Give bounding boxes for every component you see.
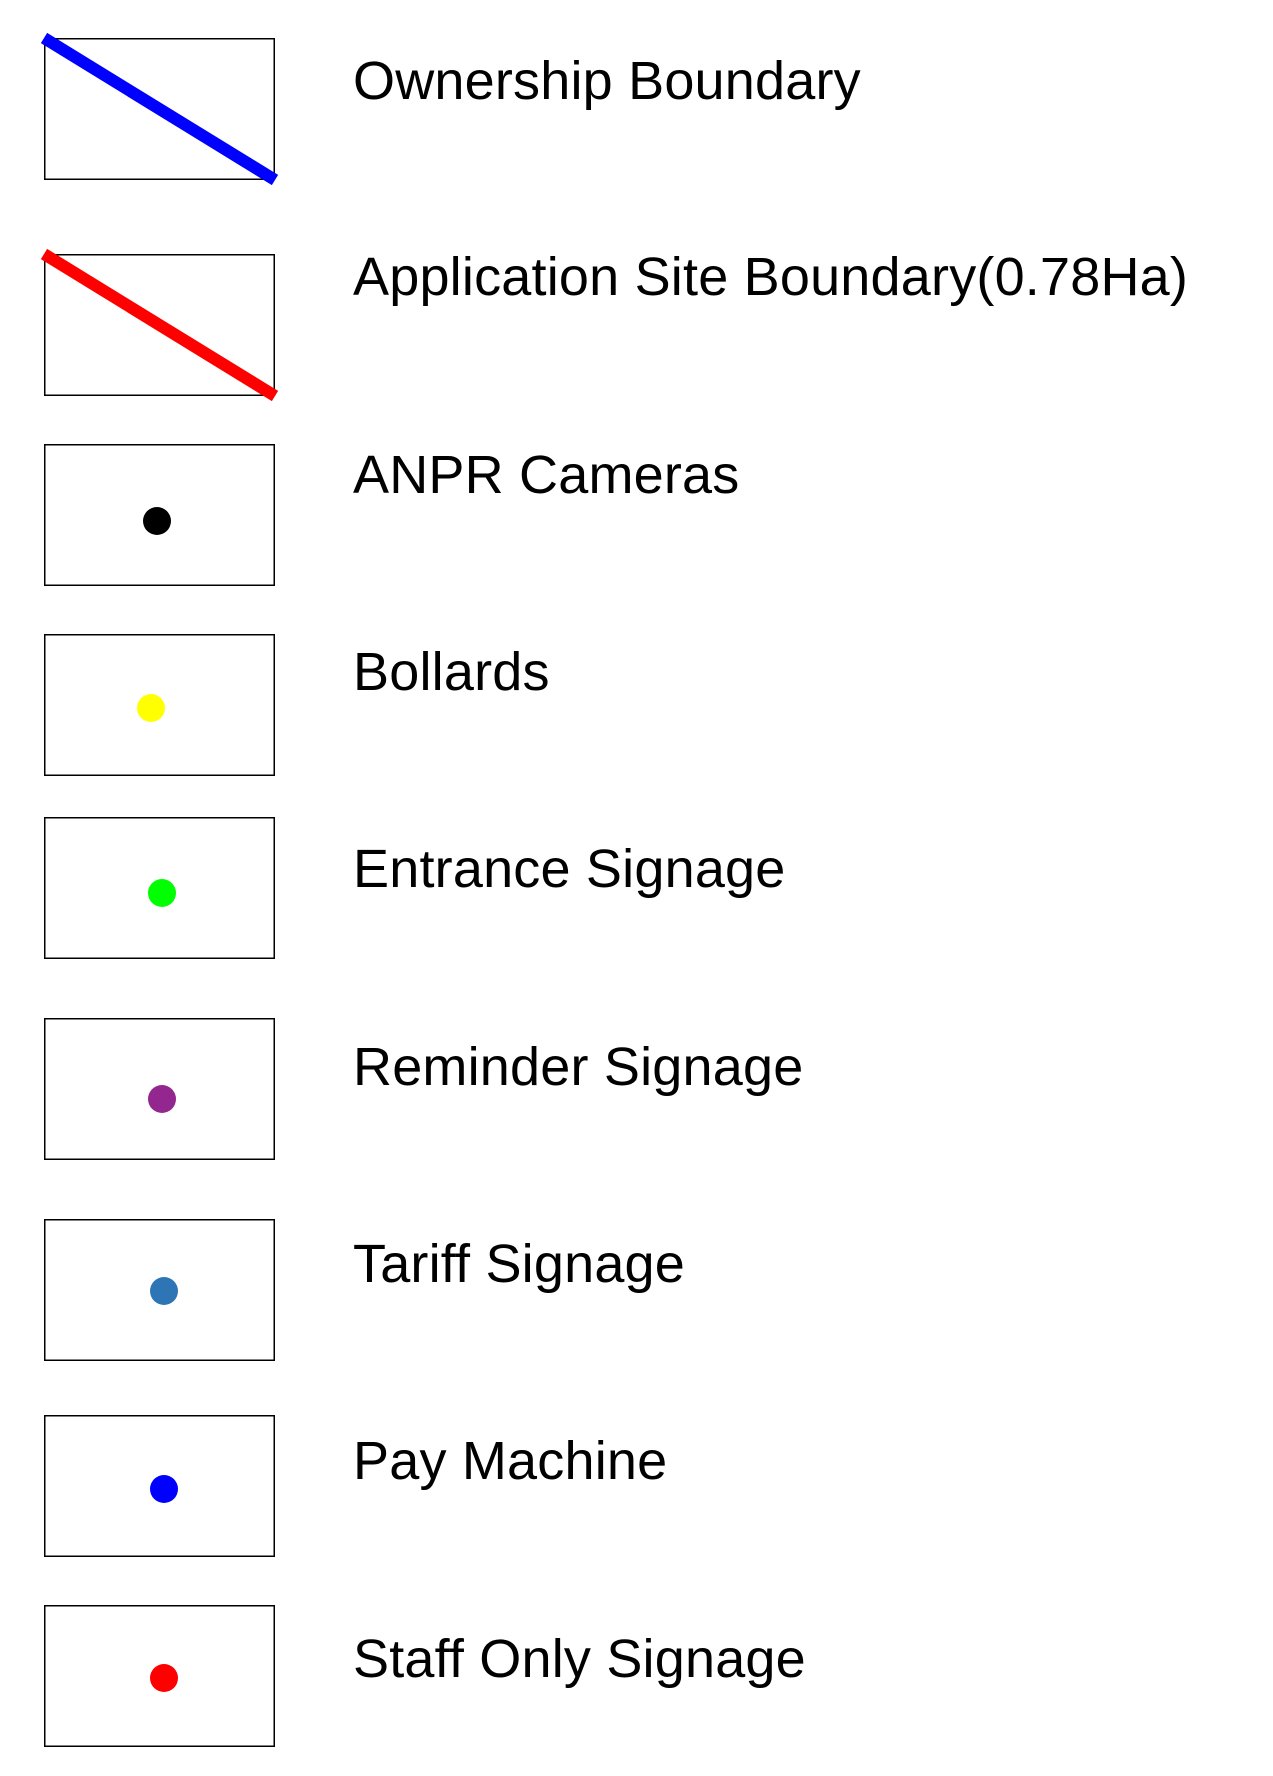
point-marker-symbol [148,879,176,907]
point-marker-symbol [150,1277,178,1305]
legend-dot-swatch [44,634,275,776]
legend-dot-swatch [44,1018,275,1160]
legend-label: Pay Machine [353,1431,668,1491]
legend-dot-swatch [44,1219,275,1361]
point-marker-symbol [148,1085,176,1113]
map-legend: Ownership Boundary Application Site Bound… [0,0,1273,1776]
legend-label: Tariff Signage [353,1234,686,1294]
legend-label: Ownership Boundary [353,51,861,111]
legend-label: ANPR Cameras [353,445,740,505]
legend-label: Bollards [353,642,550,702]
legend-label: Entrance Signage [353,839,786,899]
legend-label: Application Site Boundary(0.78Ha) [353,247,1189,307]
legend-dot-swatch [44,1415,275,1557]
legend-label: Staff Only Signage [353,1629,806,1689]
point-marker-symbol [150,1664,178,1692]
point-marker-symbol [150,1475,178,1503]
legend-dot-swatch [44,444,275,586]
legend-dot-swatch [44,1605,275,1747]
legend-line-swatch [40,32,279,186]
point-marker-symbol [137,694,165,722]
legend-label: Reminder Signage [353,1037,804,1097]
legend-line-swatch [40,248,279,402]
point-marker-symbol [143,507,171,535]
legend-dot-swatch [44,817,275,959]
